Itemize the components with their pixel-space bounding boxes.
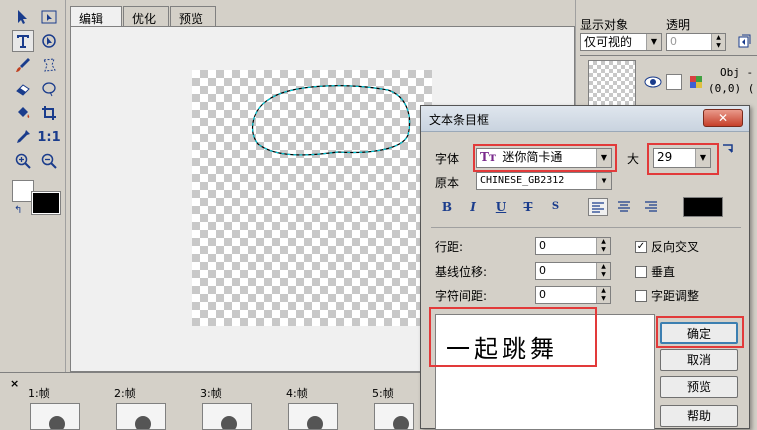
strikethrough-button[interactable]: T xyxy=(518,198,538,216)
chevron-down-icon[interactable]: ▼ xyxy=(596,173,611,189)
encoding-select[interactable]: CHINESE_GB2312 ▼ xyxy=(476,172,612,190)
cancel-button[interactable]: 取消 xyxy=(660,349,738,371)
char-spacing-input[interactable]: 0 ▲ ▼ xyxy=(535,286,611,304)
oval-select-icon[interactable] xyxy=(38,78,60,100)
help-button[interactable]: 帮助 xyxy=(660,405,738,427)
tab-optimize[interactable]: 优化 xyxy=(123,6,169,28)
vertical-checkbox[interactable]: 垂直 xyxy=(635,263,675,280)
text-entry-dialog: 文本条目框 ✕ 字体 Tт 迷你简卡通 ▼ 大 29 ▼ 原本 CHINESE_G… xyxy=(420,105,750,430)
divider xyxy=(431,227,741,228)
truetype-font-icon: Tт xyxy=(480,150,497,164)
font-label: 字体 xyxy=(435,152,460,166)
close-icon[interactable]: × xyxy=(10,377,19,390)
tab-preview[interactable]: 预览 xyxy=(170,6,216,28)
layer-options-icon[interactable] xyxy=(736,33,752,49)
antialias-button[interactable]: S xyxy=(545,198,565,216)
dialog-title: 文本条目框 xyxy=(429,113,490,127)
frame-thumbnail[interactable] xyxy=(30,403,80,430)
actual-size-icon[interactable]: 1:1 xyxy=(37,126,60,148)
dialog-titlebar[interactable]: 文本条目框 ✕ xyxy=(421,106,749,132)
frame-thumbnail[interactable] xyxy=(288,403,338,430)
checkmark-icon[interactable]: ✓ xyxy=(635,240,647,253)
object-type-icon xyxy=(690,76,702,88)
char-spacing-label: 字符间距: xyxy=(435,289,488,303)
spinner-arrows-icon[interactable]: ▲ ▼ xyxy=(596,263,610,279)
background-color-swatch[interactable] xyxy=(31,191,61,215)
font-size-select[interactable]: 29 ▼ xyxy=(653,148,711,168)
lasso-icon[interactable] xyxy=(38,54,60,76)
brush-icon[interactable] xyxy=(12,54,34,76)
spinner-arrows-icon[interactable]: ▲ ▼ xyxy=(596,238,610,254)
editor-tabs: 编辑 优化 预览 xyxy=(70,6,570,28)
frames-timeline: × 1:帧 2:帧 3:帧 4:帧 5:帧 xyxy=(0,372,430,430)
frame-label: 4:帧 xyxy=(286,387,308,400)
encoding-label: 原本 xyxy=(435,176,460,190)
eyedropper-icon[interactable] xyxy=(12,126,34,148)
eye-visibility-icon[interactable] xyxy=(644,74,662,90)
underline-button[interactable]: U xyxy=(491,198,511,216)
zoom-in-icon[interactable] xyxy=(12,150,34,172)
frame-thumbnail[interactable] xyxy=(202,403,252,430)
zoom-out-icon[interactable] xyxy=(38,150,60,172)
text-color-swatch[interactable] xyxy=(683,197,723,217)
eraser-icon[interactable] xyxy=(12,78,34,100)
opacity-input[interactable]: 0 ▲ ▼ xyxy=(666,33,726,51)
text-entry-field[interactable]: 一起跳舞 xyxy=(435,314,655,430)
align-center-icon[interactable] xyxy=(614,198,634,216)
display-objects-select[interactable]: 仅可视的 ▼ xyxy=(580,33,662,51)
tab-edit[interactable]: 编辑 xyxy=(70,6,122,28)
opacity-label: 透明 xyxy=(666,18,691,32)
frame-label: 2:帧 xyxy=(114,387,136,400)
baseline-shift-input[interactable]: 0 ▲ ▼ xyxy=(535,262,611,280)
transform-icon[interactable] xyxy=(38,30,60,52)
baseline-shift-label: 基线位移: xyxy=(435,265,488,279)
preview-button[interactable]: 预览 xyxy=(660,376,738,398)
font-options-icon[interactable] xyxy=(721,142,735,156)
lock-toggle[interactable] xyxy=(666,74,682,90)
size-label: 大 xyxy=(627,152,640,166)
foreground-color-swatch[interactable] xyxy=(12,180,34,202)
entered-text: 一起跳舞 xyxy=(446,335,558,363)
spinner-arrows-icon[interactable]: ▲ ▼ xyxy=(711,34,725,50)
subselect-icon[interactable] xyxy=(38,6,60,28)
swap-colors-icon[interactable]: ↰ xyxy=(14,205,22,216)
text-tool-icon[interactable] xyxy=(12,30,34,52)
line-spacing-input[interactable]: 0 ▲ ▼ xyxy=(535,237,611,255)
text-bounding-shape[interactable] xyxy=(248,80,416,162)
toolbox: 1:1 ↰ xyxy=(0,0,66,372)
font-select[interactable]: Tт 迷你简卡通 ▼ xyxy=(476,148,612,168)
italic-button[interactable]: I xyxy=(463,198,483,216)
frame-label: 1:帧 xyxy=(28,387,50,400)
arrow-select-icon[interactable] xyxy=(12,6,34,28)
frame-label: 5:帧 xyxy=(372,387,394,400)
close-icon[interactable]: ✕ xyxy=(703,109,743,127)
object-coordinates: (0,0) ( xyxy=(708,82,755,95)
frame-thumbnail[interactable] xyxy=(116,403,166,430)
align-left-icon[interactable] xyxy=(588,198,608,216)
ok-button[interactable]: 确定 xyxy=(660,322,738,344)
align-right-icon[interactable] xyxy=(641,198,661,216)
kerning-checkbox[interactable]: 字距调整 xyxy=(635,287,699,304)
frame-label: 3:帧 xyxy=(200,387,222,400)
bold-button[interactable]: B xyxy=(437,198,457,216)
paint-bucket-icon[interactable] xyxy=(12,102,34,124)
chevron-down-icon[interactable]: ▼ xyxy=(695,149,710,167)
object-thumbnail xyxy=(588,60,636,108)
chevron-down-icon[interactable]: ▼ xyxy=(646,34,661,50)
line-spacing-label: 行距: xyxy=(435,240,464,254)
reverse-cross-checkbox[interactable]: ✓ 反向交叉 xyxy=(635,238,699,255)
display-objects-label: 显示对象 xyxy=(580,18,629,32)
frame-thumbnail[interactable] xyxy=(374,403,414,430)
chevron-down-icon[interactable]: ▼ xyxy=(596,149,611,167)
object-name: Obj - xyxy=(720,66,754,79)
crop-icon[interactable] xyxy=(38,102,60,124)
spinner-arrows-icon[interactable]: ▲ ▼ xyxy=(596,287,610,303)
